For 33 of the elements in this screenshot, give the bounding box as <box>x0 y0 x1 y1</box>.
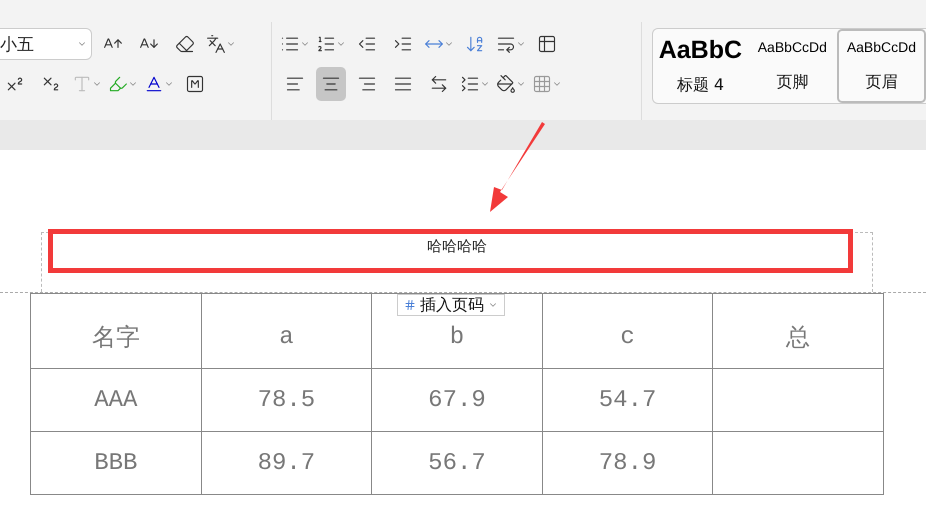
font-size-field[interactable]: 小五 <box>0 28 92 60</box>
table-cell: BBB <box>30 432 202 494</box>
table-icon <box>537 34 557 54</box>
header-text: 哈哈哈哈 <box>427 237 487 257</box>
text-effect-icon <box>72 74 92 94</box>
style-option[interactable]: AaBbCcDd 页眉 <box>836 29 926 103</box>
sort-icon <box>465 34 485 54</box>
line-spacing-icon <box>460 74 480 94</box>
style-option[interactable]: AaBbC 标题 4 <box>653 29 748 103</box>
font-color-icon <box>144 74 164 94</box>
align-center-button[interactable] <box>316 67 346 101</box>
table-cell: AAA <box>30 368 202 432</box>
insert-page-number-button[interactable]: 插入页码 <box>397 294 505 316</box>
column-header: c <box>542 294 713 368</box>
distribute-icon <box>429 74 449 94</box>
pinyin-icon <box>206 34 226 54</box>
table-cell: 89.7 <box>201 432 372 494</box>
numbered-list-icon <box>316 34 336 54</box>
column-header: a <box>201 294 372 368</box>
table-cell: 78.9 <box>542 432 713 494</box>
highlighter-icon <box>108 74 128 94</box>
grid-icon <box>532 74 552 94</box>
table-cell: 56.7 <box>372 432 542 494</box>
char-shading-icon <box>185 74 205 94</box>
column-header: 总 <box>712 294 884 368</box>
table-cell: 78.5 <box>201 368 372 432</box>
style-option[interactable]: AaBbCcDd 页脚 <box>748 29 837 103</box>
paint-bucket-icon <box>496 74 516 94</box>
eraser-icon <box>175 34 195 54</box>
table-cell: 67.9 <box>372 368 542 432</box>
column-header: 名字 <box>30 294 202 368</box>
table-cell: 54.7 <box>542 368 713 432</box>
hash-icon <box>404 299 416 311</box>
